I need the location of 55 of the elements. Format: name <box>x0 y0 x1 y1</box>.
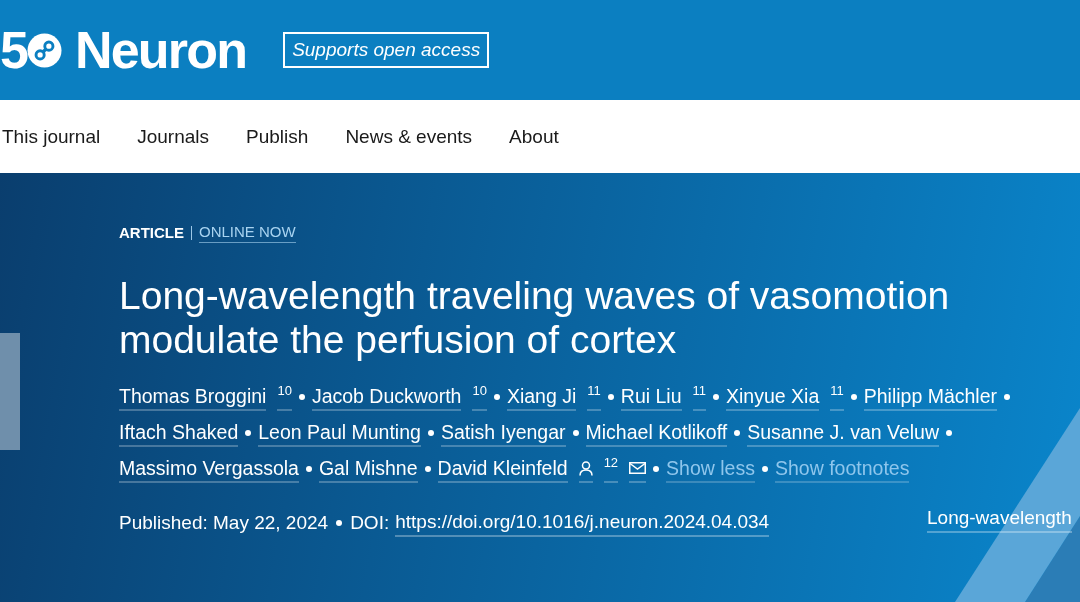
author-link[interactable]: Susanne J. van Veluw <box>747 419 940 447</box>
doi-label: DOI: <box>350 511 390 535</box>
author-link[interactable]: Rui Liu <box>620 383 682 411</box>
bullet-icon <box>607 394 614 400</box>
bullet-icon <box>850 394 857 400</box>
affiliation-link[interactable]: 11 <box>692 383 706 411</box>
nav-link[interactable]: Publish <box>246 124 309 149</box>
author-link[interactable]: Leon Paul Munting <box>258 419 421 447</box>
author-link[interactable]: Massimo Vergassola <box>119 455 299 483</box>
logo-anniversary-number[interactable]: 5 <box>0 24 28 76</box>
nav-link[interactable]: This journal <box>2 124 101 149</box>
affiliation-link[interactable]: 11 <box>587 383 601 411</box>
bullet-icon <box>1004 394 1011 400</box>
published-date: Published: May 22, 2024 <box>119 511 329 535</box>
nav-link[interactable]: About <box>509 124 559 149</box>
bullet-icon <box>336 520 343 526</box>
affiliation-link[interactable]: 10 <box>277 383 292 411</box>
affiliation-link[interactable]: 12 <box>603 455 619 483</box>
journal-logo[interactable]: Neuron <box>74 24 247 76</box>
author-link[interactable]: Jacob Duckworth <box>311 383 462 411</box>
mail-icon[interactable] <box>629 462 647 474</box>
open-access-badge: Supports open access <box>283 32 490 68</box>
author-link[interactable]: Xiang Ji <box>506 383 577 411</box>
bullet-icon <box>653 466 660 472</box>
bullet-icon <box>734 430 741 436</box>
doi-link[interactable]: https://doi.org/10.1016/j.neuron.2024.04.034 <box>395 509 770 537</box>
nav-link[interactable]: Journals <box>137 124 210 149</box>
article-title: Long-wavelength traveling waves of vasomotion modulate the perfusion of cortex <box>119 274 951 362</box>
author-link[interactable]: Gal Mishne <box>318 455 418 483</box>
bullet-icon <box>713 394 719 400</box>
bullet-icon <box>424 466 431 472</box>
nav-link[interactable]: News & events <box>345 124 473 149</box>
affiliation-link[interactable]: 11 <box>830 383 844 411</box>
bullet-icon <box>761 466 768 472</box>
author-link[interactable]: Michael Kotlikoff <box>585 419 728 447</box>
affiliation-link[interactable]: 10 <box>472 383 487 411</box>
bullet-icon <box>305 466 312 472</box>
author-link[interactable]: Xinyue Xia <box>726 383 820 411</box>
article-type-label: ARTICLE <box>119 224 184 242</box>
cover-caption-link[interactable]: Long-wavelength <box>927 505 1072 533</box>
bullet-icon <box>572 430 579 436</box>
person-icon[interactable] <box>578 460 593 476</box>
author-link[interactable]: Thomas Broggini <box>119 383 267 411</box>
bullet-icon <box>245 430 252 436</box>
author-link[interactable]: Iftach Shaked <box>119 419 239 447</box>
online-now-link[interactable]: ONLINE NOW <box>199 223 296 243</box>
divider-line <box>191 226 192 240</box>
author-link[interactable]: Philipp Mächler <box>863 383 998 411</box>
bullet-icon <box>946 430 953 436</box>
bullet-icon <box>493 394 500 400</box>
logo-ring-icon[interactable] <box>26 32 62 68</box>
bullet-icon <box>427 430 434 436</box>
bullet-icon <box>298 394 305 400</box>
author-link[interactable]: Satish Iyengar <box>440 419 566 447</box>
author-link[interactable]: David Kleinfeld <box>437 455 568 483</box>
